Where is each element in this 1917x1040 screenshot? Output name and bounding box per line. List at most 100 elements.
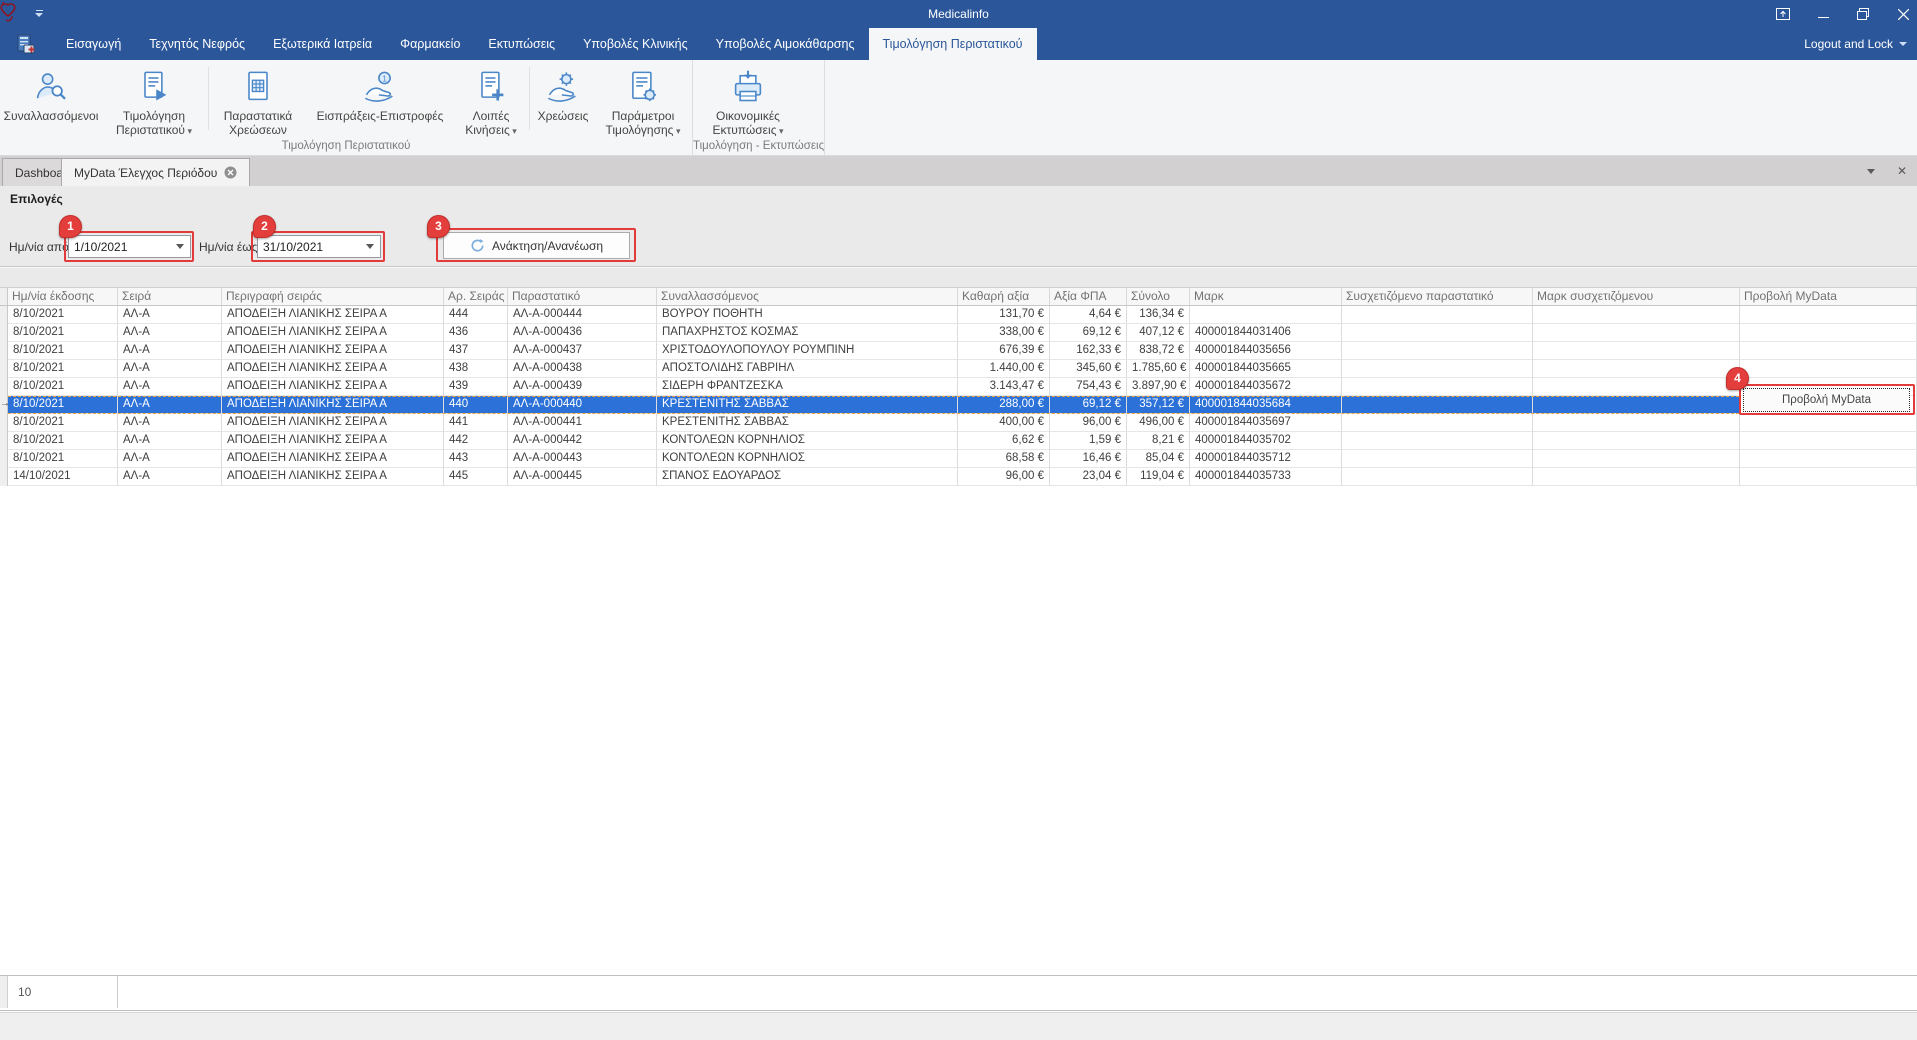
document-tab[interactable]: MyData Έλεγχος Περιόδου	[61, 158, 250, 186]
grid-cell: ΧΡΙΣΤΟΔΟΥΛΟΠΟΥΛΟΥ ΡΟΥΜΠΙΝΗ	[657, 342, 958, 360]
row-indicator	[0, 450, 8, 468]
grid-cell: 400001844035697	[1190, 414, 1342, 432]
grid-cell: 400001844035702	[1190, 432, 1342, 450]
column-header[interactable]: Περιγραφή σειράς	[222, 288, 444, 305]
grid-cell: ΑΠΟΔΕΙΞΗ ΛΙΑΝΙΚΗΣ ΣΕΙΡΑ Α	[222, 468, 444, 486]
grid-cell: ΑΛ-Α-000440	[508, 396, 657, 414]
grid-cell: 838,72 €	[1127, 342, 1190, 360]
grid-cell: 6,62 €	[958, 432, 1050, 450]
clients-icon	[33, 67, 69, 109]
application-icon[interactable]	[0, 28, 52, 60]
grid-cell: 119,04 €	[1127, 468, 1190, 486]
ribbon-button[interactable]: Λοιπές Κινήσεις ▾	[455, 63, 527, 138]
column-header[interactable]: Παραστατικό	[508, 288, 657, 305]
grid-cell: 436	[444, 324, 508, 342]
grid-row[interactable]: 14/10/2021ΑΛ-ΑΑΠΟΔΕΙΞΗ ΛΙΑΝΙΚΗΣ ΣΕΙΡΑ Α4…	[0, 468, 1917, 486]
menu-tab[interactable]: Φαρμακείο	[386, 28, 474, 60]
ribbon-button[interactable]: Συναλλασσόμενοι	[0, 63, 102, 138]
tab-list-chevron-icon[interactable]	[1867, 169, 1875, 174]
ribbon-button[interactable]: 1Εισπράξεις-Επιστροφές	[305, 63, 455, 138]
column-header[interactable]: Μαρκ	[1190, 288, 1342, 305]
close-button[interactable]	[1895, 6, 1911, 22]
grid-cell: 3.143,47 €	[958, 378, 1050, 396]
grid-cell: ΑΛ-Α-000439	[508, 378, 657, 396]
row-indicator	[0, 414, 8, 432]
column-header[interactable]: Καθαρή αξία	[958, 288, 1050, 305]
grid-row[interactable]: 8/10/2021ΑΛ-ΑΑΠΟΔΕΙΞΗ ΛΙΑΝΙΚΗΣ ΣΕΙΡΑ Α43…	[0, 360, 1917, 378]
grid-header-row: Ημ/νία έκδοσηςΣειράΠεριγραφή σειράςΑρ. Σ…	[0, 287, 1917, 306]
menu-tab[interactable]: Υποβολές Αιμοκάθαρσης	[702, 28, 869, 60]
tab-close-icon[interactable]	[224, 166, 237, 179]
grid-cell: 407,12 €	[1127, 324, 1190, 342]
menu-tab[interactable]: Εισαγωγή	[52, 28, 135, 60]
grid-cell: 136,34 €	[1127, 306, 1190, 324]
column-header[interactable]: Μαρκ συσχετιζόμενου	[1533, 288, 1740, 305]
ribbon-button[interactable]: Παραστατικά Χρεώσεων	[211, 63, 305, 138]
grid-row[interactable]: 8/10/2021ΑΛ-ΑΑΠΟΔΕΙΞΗ ΛΙΑΝΙΚΗΣ ΣΕΙΡΑ Α44…	[0, 432, 1917, 450]
grid-cell	[1533, 414, 1740, 432]
grid-cell: 162,33 €	[1050, 342, 1127, 360]
grid-cell: ΑΛ-Α-000436	[508, 324, 657, 342]
menu-tab[interactable]: Τιμολόγηση Περιστατικού	[869, 28, 1037, 60]
date-to-dropdown-icon[interactable]	[366, 244, 374, 249]
menu-tab[interactable]: Εξωτερικά Ιατρεία	[259, 28, 386, 60]
grid-cell: 445	[444, 468, 508, 486]
row-indicator	[0, 306, 8, 324]
grid-cell: 14/10/2021	[8, 468, 118, 486]
grid-row[interactable]: 8/10/2021ΑΛ-ΑΑΠΟΔΕΙΞΗ ΛΙΑΝΙΚΗΣ ΣΕΙΡΑ Α44…	[0, 306, 1917, 324]
grid-cell: ΑΛ-Α	[118, 324, 222, 342]
column-header[interactable]: Αρ. Σειράς	[444, 288, 508, 305]
date-from-input[interactable]	[68, 235, 191, 258]
grid-row[interactable]: 8/10/2021ΑΛ-ΑΑΠΟΔΕΙΞΗ ΛΙΑΝΙΚΗΣ ΣΕΙΡΑ Α44…	[0, 414, 1917, 432]
ribbon-button[interactable]: Χρεώσεις	[532, 63, 594, 138]
grid-cell	[1740, 324, 1917, 342]
logout-and-lock[interactable]: Logout and Lock	[1804, 28, 1907, 60]
ribbon-button[interactable]: Οικονομικές Εκτυπώσεις ▾	[693, 63, 803, 138]
grid-cell	[1342, 306, 1533, 324]
ribbon-button[interactable]: Τιμολόγηση Περιστατικού ▾	[102, 63, 206, 138]
menu-tab[interactable]: Εκτυπώσεις	[474, 28, 569, 60]
column-header[interactable]: Σειρά	[118, 288, 222, 305]
grid-row[interactable]: 8/10/2021ΑΛ-ΑΑΠΟΔΕΙΞΗ ΛΙΑΝΙΚΗΣ ΣΕΙΡΑ Α44…	[0, 450, 1917, 468]
minimize-button[interactable]	[1815, 6, 1831, 22]
column-header[interactable]: Προβολή MyData	[1740, 288, 1917, 305]
grid-row[interactable]: →8/10/2021ΑΛ-ΑΑΠΟΔΕΙΞΗ ΛΙΑΝΙΚΗΣ ΣΕΙΡΑ Α4…	[0, 396, 1917, 414]
date-to-input[interactable]	[257, 235, 381, 258]
ribbon-group-label: Τιμολόγηση - Εκτυπώσεις	[693, 138, 824, 155]
row-indicator	[0, 378, 8, 396]
grid-cell: ΚΡΕΣΤΕΝΙΤΗΣ ΣΑΒΒΑΣ	[657, 414, 958, 432]
grid-cell: 496,00 €	[1127, 414, 1190, 432]
grid-cell: 437	[444, 342, 508, 360]
menu-tab[interactable]: Τεχνητός Νεφρός	[135, 28, 259, 60]
grid-cell	[1740, 468, 1917, 486]
row-indicator	[0, 324, 8, 342]
grid-cell: 8/10/2021	[8, 342, 118, 360]
grid-row[interactable]: 8/10/2021ΑΛ-ΑΑΠΟΔΕΙΞΗ ΛΙΑΝΙΚΗΣ ΣΕΙΡΑ Α43…	[0, 342, 1917, 360]
restore-button[interactable]	[1855, 6, 1871, 22]
grid-cell: ΒΟΥΡΟΥ ΠΟΘΗΤΗ	[657, 306, 958, 324]
column-header[interactable]: Σύνολο	[1127, 288, 1190, 305]
ribbon-button[interactable]: Παράμετροι Τιμολόγησης ▾	[594, 63, 692, 138]
column-header[interactable]: Συναλλασσόμενος	[657, 288, 958, 305]
date-from-dropdown-icon[interactable]	[176, 244, 184, 249]
column-header[interactable]: Αξία ΦΠΑ	[1050, 288, 1127, 305]
grid-cell: 438	[444, 360, 508, 378]
grid-cell: 439	[444, 378, 508, 396]
grid-cell: 442	[444, 432, 508, 450]
view-mydata-button[interactable]: Προβολή MyData	[1743, 388, 1910, 412]
grid-row[interactable]: 8/10/2021ΑΛ-ΑΑΠΟΔΕΙΞΗ ΛΙΑΝΙΚΗΣ ΣΕΙΡΑ Α43…	[0, 324, 1917, 342]
grid-cell: ΑΠΟΔΕΙΞΗ ΛΙΑΝΙΚΗΣ ΣΕΙΡΑ Α	[222, 450, 444, 468]
column-header[interactable]: Ημ/νία έκδοσης	[8, 288, 118, 305]
grid-cell: 96,00 €	[1050, 414, 1127, 432]
ribbon-separator	[208, 67, 209, 130]
options-title: Επιλογές	[10, 192, 63, 206]
grid-row[interactable]: 8/10/2021ΑΛ-ΑΑΠΟΔΕΙΞΗ ΛΙΑΝΙΚΗΣ ΣΕΙΡΑ Α43…	[0, 378, 1917, 396]
grid-cell: 8/10/2021	[8, 450, 118, 468]
grid-cell	[1533, 324, 1740, 342]
refresh-button[interactable]: Ανάκτηση/Ανανέωση	[443, 232, 630, 259]
menu-tab[interactable]: Υποβολές Κλινικής	[569, 28, 702, 60]
grid-cell	[1740, 450, 1917, 468]
tabstrip-close-icon[interactable]: ✕	[1897, 165, 1907, 177]
column-header[interactable]: Συσχετιζόμενο παραστατικό	[1342, 288, 1533, 305]
ribbon-display-options-icon[interactable]	[1775, 6, 1791, 22]
